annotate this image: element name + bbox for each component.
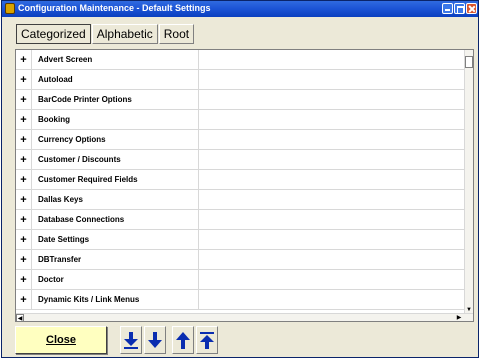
category-value[interactable] xyxy=(200,70,465,90)
category-value[interactable] xyxy=(200,290,465,310)
category-name: Dynamic Kits / Link Menus xyxy=(34,290,199,310)
horizontal-scrollbar[interactable]: ◀ ▶ xyxy=(16,313,473,321)
tab-alphabetic[interactable]: Alphabetic xyxy=(91,24,158,44)
expand-icon[interactable]: + xyxy=(16,50,32,70)
move-up-button[interactable] xyxy=(172,326,194,354)
category-name: Doctor xyxy=(34,270,199,290)
minimize-icon[interactable] xyxy=(442,3,453,14)
category-name: Advert Screen xyxy=(34,50,199,70)
vertical-scrollbar[interactable]: ▼ xyxy=(464,50,473,314)
close-button[interactable]: Close xyxy=(15,326,107,354)
category-value[interactable] xyxy=(200,50,465,70)
move-to-bottom-button[interactable] xyxy=(120,326,142,354)
category-name: Customer / Discounts xyxy=(34,150,199,170)
title-bar[interactable]: Configuration Maintenance - Default Sett… xyxy=(2,1,478,17)
category-name: Date Settings xyxy=(34,230,199,250)
expand-icon[interactable]: + xyxy=(16,130,32,150)
move-to-top-button[interactable] xyxy=(196,326,218,354)
table-row[interactable]: + Dynamic Kits / Link Menus xyxy=(16,290,465,310)
category-name: Booking xyxy=(34,110,199,130)
table-row[interactable]: + Database Connections xyxy=(16,210,465,230)
category-name: Autoload xyxy=(34,70,199,90)
category-value[interactable] xyxy=(200,230,465,250)
app-icon xyxy=(5,3,15,14)
category-name: BarCode Printer Options xyxy=(34,90,199,110)
view-tabs: Categorized Alphabetic Root xyxy=(16,24,195,44)
settings-grid: + Advert Screen + Autoload + BarCode Printe… xyxy=(15,49,474,322)
category-value[interactable] xyxy=(200,190,465,210)
table-row[interactable]: + Booking xyxy=(16,110,465,130)
table-row[interactable]: + Dallas Keys xyxy=(16,190,465,210)
category-value[interactable] xyxy=(200,210,465,230)
tab-root[interactable]: Root xyxy=(158,24,195,44)
arrow-to-top-icon xyxy=(200,332,214,349)
expand-icon[interactable]: + xyxy=(16,190,32,210)
table-row[interactable]: + DBTransfer xyxy=(16,250,465,270)
expand-icon[interactable]: + xyxy=(16,70,32,90)
expand-icon[interactable]: + xyxy=(16,250,32,270)
tab-categorized[interactable]: Categorized xyxy=(16,24,91,44)
move-down-button[interactable] xyxy=(144,326,166,354)
window-title: Configuration Maintenance - Default Sett… xyxy=(18,3,211,13)
expand-icon[interactable]: + xyxy=(16,270,32,290)
category-name: Currency Options xyxy=(34,130,199,150)
table-row[interactable]: + Advert Screen xyxy=(16,50,465,70)
category-name: Dallas Keys xyxy=(34,190,199,210)
table-row[interactable]: + Doctor xyxy=(16,270,465,290)
scroll-thumb[interactable] xyxy=(465,56,473,68)
category-value[interactable] xyxy=(200,90,465,110)
expand-icon[interactable]: + xyxy=(16,170,32,190)
expand-icon[interactable]: + xyxy=(16,110,32,130)
category-value[interactable] xyxy=(200,150,465,170)
table-row[interactable]: + BarCode Printer Options xyxy=(16,90,465,110)
table-row[interactable]: + Customer / Discounts xyxy=(16,150,465,170)
footer-bar: Close xyxy=(2,323,478,357)
category-value[interactable] xyxy=(200,270,465,290)
category-value[interactable] xyxy=(200,130,465,150)
category-name: Database Connections xyxy=(34,210,199,230)
expand-icon[interactable]: + xyxy=(16,290,32,310)
category-value[interactable] xyxy=(200,110,465,130)
expand-icon[interactable]: + xyxy=(16,230,32,250)
settings-list: + Advert Screen + Autoload + BarCode Printe… xyxy=(16,50,465,310)
expand-icon[interactable]: + xyxy=(16,210,32,230)
table-row[interactable]: + Customer Required Fields xyxy=(16,170,465,190)
close-button-label: Close xyxy=(46,334,76,346)
arrow-down-icon xyxy=(148,332,162,348)
table-row[interactable]: + Currency Options xyxy=(16,130,465,150)
maximize-icon[interactable] xyxy=(454,3,465,14)
scroll-right-icon[interactable]: ▶ xyxy=(455,314,463,321)
arrow-up-icon xyxy=(176,332,190,349)
scroll-left-icon[interactable]: ◀ xyxy=(16,314,24,321)
category-name: Customer Required Fields xyxy=(34,170,199,190)
expand-icon[interactable]: + xyxy=(16,150,32,170)
category-value[interactable] xyxy=(200,170,465,190)
category-name: DBTransfer xyxy=(34,250,199,270)
table-row[interactable]: + Date Settings xyxy=(16,230,465,250)
expand-icon[interactable]: + xyxy=(16,90,32,110)
table-row[interactable]: + Autoload xyxy=(16,70,465,90)
config-window: Configuration Maintenance - Default Sett… xyxy=(1,0,479,358)
arrow-to-bottom-icon xyxy=(124,332,138,349)
close-icon[interactable] xyxy=(466,3,477,14)
category-value[interactable] xyxy=(200,250,465,270)
